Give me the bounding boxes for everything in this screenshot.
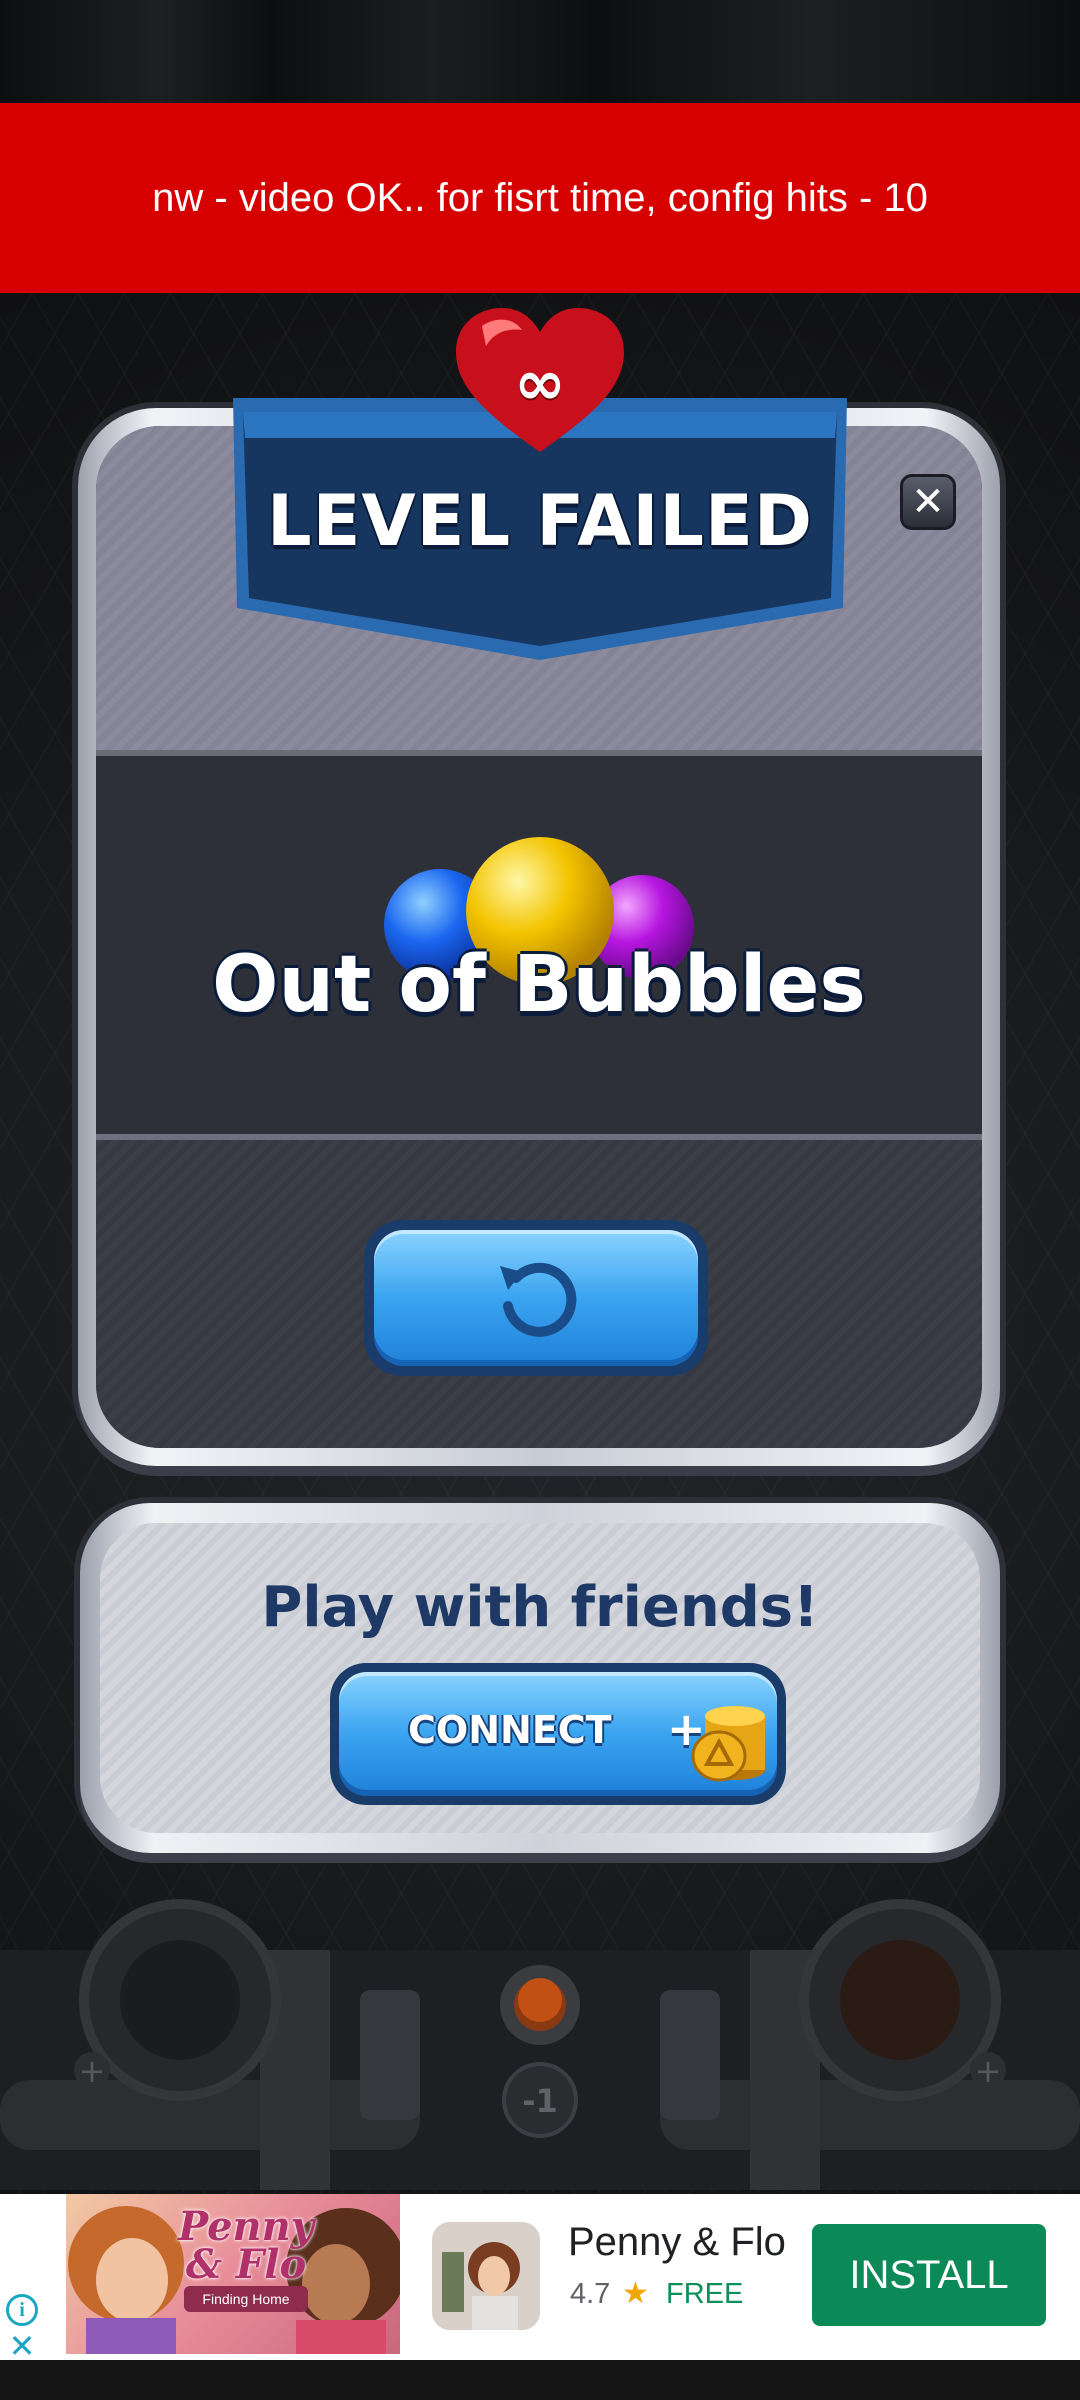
debug-banner: nw - video OK.. for fisrt time, config h… [0,103,1080,293]
bottom-strip [0,2360,1080,2400]
retry-icon [500,1262,577,1337]
install-button[interactable]: INSTALL [812,2224,1046,2326]
connect-button[interactable]: CONNECT + [330,1663,786,1805]
level-failed-title: LEVEL FAILED [267,480,813,562]
close-button[interactable]: ✕ [900,474,956,530]
machine-counter: -1 [522,2082,558,2120]
out-of-bubbles-text: Out of Bubbles [212,940,866,1030]
bubble-machine: -1 + + [0,1899,1080,2190]
ad-banner-title: Penny & Flo [178,2203,314,2288]
lives-heart: ∞ [452,306,628,456]
ad-close-icon[interactable]: ✕ [6,2330,38,2362]
ad-banner-subtitle: Finding Home [184,2286,308,2312]
coins-icon [691,1706,765,1782]
svg-text:+: + [975,2052,1002,2090]
svg-text:+: + [79,2052,106,2090]
connect-button-face: CONNECT + [339,1672,777,1796]
play-with-friends-panel: Play with friends! CONNECT + [80,1503,1000,1853]
debug-banner-text: nw - video OK.. for fisrt time, config h… [152,175,928,220]
friends-panel-inner: Play with friends! CONNECT + [100,1523,980,1833]
ad-rating: 4.7 [570,2278,611,2310]
play-with-friends-title: Play with friends! [261,1575,819,1640]
retry-button-face [374,1230,698,1366]
ad-banner[interactable]: i ✕ Penny & Flo Finding Home Penny & Flo… [0,2194,1080,2362]
ad-price: FREE [666,2278,744,2310]
ad-app-icon[interactable] [432,2222,540,2330]
connect-label: CONNECT [408,1708,612,1752]
star-icon: ★ [622,2276,649,2311]
ad-info-icon[interactable]: i [6,2294,38,2326]
retry-button[interactable] [364,1220,708,1376]
infinite-lives-symbol: ∞ [514,346,566,419]
ad-app-name: Penny & Flo [568,2220,786,2264]
app-icon-image [432,2222,540,2330]
ad-banner-image[interactable]: Penny & Flo Finding Home [66,2194,400,2354]
top-pipes-strip [0,0,1080,103]
